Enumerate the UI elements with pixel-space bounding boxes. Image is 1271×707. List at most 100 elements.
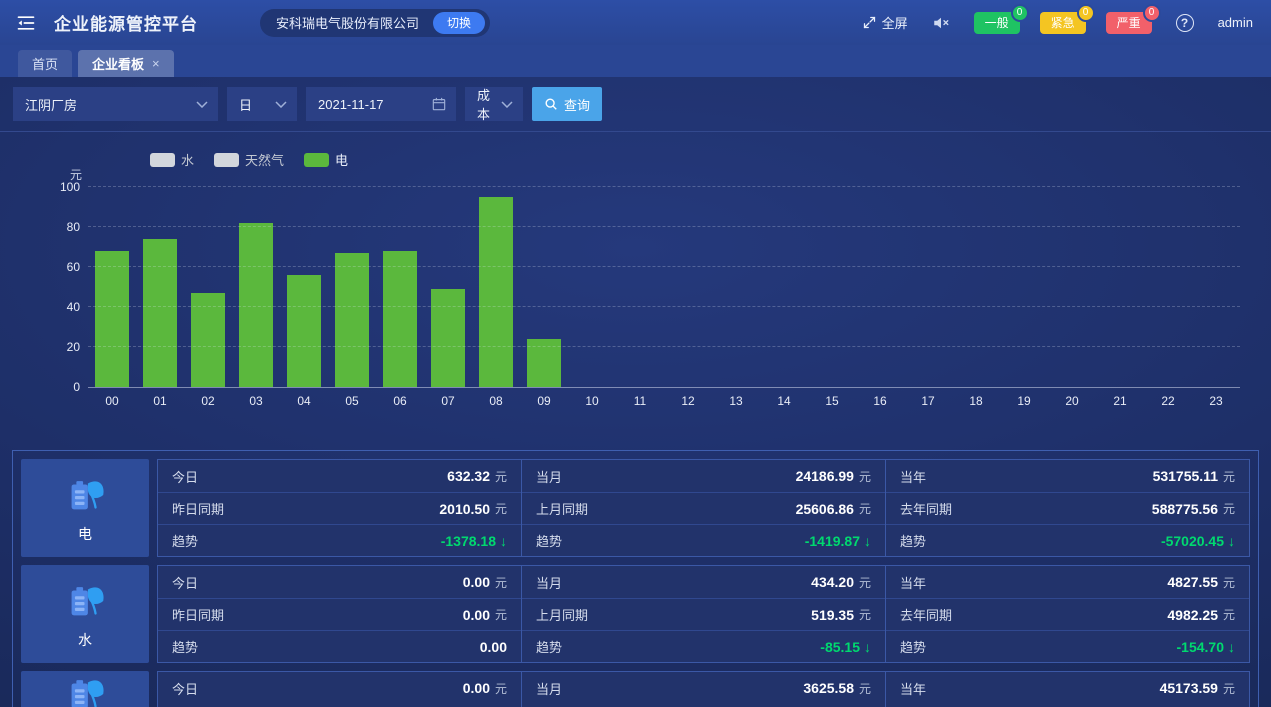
cell-value: 632.32 [447, 468, 490, 484]
period-select[interactable]: 日 [227, 87, 297, 121]
cell-value: 531755.11 [1153, 468, 1218, 484]
fullscreen-icon [862, 15, 877, 30]
energy-summary-table: 电 今日632.32元昨日同期2010.50元趋势-1378.18↓ 当月241… [12, 450, 1259, 707]
mute-speaker-icon[interactable] [932, 15, 950, 31]
cell-label: 昨日同期 [172, 605, 224, 624]
x-tick-label: 03 [232, 394, 280, 408]
username[interactable]: admin [1218, 15, 1253, 30]
table-column-month: 当月434.20元上月同期519.35元趋势-85.15↓ [521, 566, 885, 662]
filter-bar: 江阴厂房 日 2021-11-17 成本 查询 [0, 77, 1271, 132]
legend-item-电[interactable]: 电 [304, 150, 348, 169]
x-tick-label: 17 [904, 394, 952, 408]
alarm-badge-general[interactable]: 一般 0 [974, 12, 1020, 34]
y-tick-label: 60 [38, 260, 80, 274]
chart-category-slot: 10 [568, 188, 616, 387]
y-tick-label: 100 [38, 180, 80, 194]
cell-unit: 元 [859, 468, 871, 485]
table-column-month: 当月24186.99元上月同期25606.86元趋势-1419.87↓ [521, 460, 885, 556]
x-tick-label: 11 [616, 394, 664, 408]
alarm-count: 0 [1077, 4, 1095, 22]
chart-category-slot: 18 [952, 188, 1000, 387]
gridline [88, 266, 1240, 267]
legend-label: 电 [335, 150, 348, 169]
cell-unit: 元 [1223, 574, 1235, 591]
cell-value: 25606.86 [796, 501, 854, 517]
x-tick-label: 06 [376, 394, 424, 408]
chart-category-slot: 05 [328, 188, 376, 387]
x-tick-label: 02 [184, 394, 232, 408]
cell-label: 上月同期 [536, 605, 588, 624]
table-cell: 上月同期519.35元 [522, 598, 885, 630]
chevron-down-icon [196, 101, 208, 108]
alarm-count: 0 [1011, 4, 1029, 22]
x-tick-label: 23 [1192, 394, 1240, 408]
alarm-badge-severe[interactable]: 严重 0 [1106, 12, 1152, 34]
cell-unit: 元 [859, 680, 871, 697]
date-picker[interactable]: 2021-11-17 [306, 87, 456, 121]
cell-label: 趋势 [900, 637, 926, 656]
x-tick-label: 22 [1144, 394, 1192, 408]
chart-category-slot: 11 [616, 188, 664, 387]
cell-unit: 元 [495, 574, 507, 591]
metric-select-value: 成本 [477, 85, 493, 123]
chart-legend: 水 天然气 电 [150, 150, 348, 169]
menu-fold-icon[interactable] [12, 9, 40, 37]
table-column-day: 今日0.00元昨日同期0.00元趋势0.00 [158, 566, 521, 662]
search-icon [544, 97, 558, 111]
cell-label: 当月 [536, 467, 562, 486]
alarm-badges: 一般 0 紧急 0 严重 0 [974, 12, 1152, 34]
cell-label: 去年同期 [900, 499, 952, 518]
table-cell: 当年531755.11元 [886, 460, 1249, 492]
query-button[interactable]: 查询 [532, 87, 602, 121]
cell-unit: 元 [1223, 606, 1235, 623]
chart-category-slot: 19 [1000, 188, 1048, 387]
trend-down-icon: ↓ [500, 533, 507, 549]
trend-down-icon: ↓ [864, 533, 871, 549]
close-icon[interactable]: × [152, 57, 160, 70]
cell-value: 0.00 [463, 607, 490, 623]
bar-06 [383, 251, 417, 387]
cell-value: -85.15 [820, 639, 860, 655]
cell-value: 4827.55 [1167, 574, 1218, 590]
chart-category-slot: 04 [280, 188, 328, 387]
legend-item-水[interactable]: 水 [150, 150, 194, 169]
site-select-value: 江阴厂房 [25, 95, 188, 114]
help-icon[interactable]: ? [1176, 14, 1194, 32]
chart-category-slot: 16 [856, 188, 904, 387]
alarm-badge-urgent[interactable]: 紧急 0 [1040, 12, 1086, 34]
alarm-label: 一般 [985, 14, 1009, 31]
x-tick-label: 07 [424, 394, 472, 408]
cell-label: 趋势 [900, 531, 926, 550]
cell-label: 昨日同期 [172, 499, 224, 518]
table-column-year: 当年4827.55元去年同期4982.25元趋势-154.70↓ [885, 566, 1249, 662]
energy-type-card: 电 [21, 459, 149, 557]
site-select[interactable]: 江阴厂房 [13, 87, 218, 121]
energy-cost-chart: 水天然气电 元 020406080100 0001020304050607080… [0, 132, 1271, 440]
x-tick-label: 04 [280, 394, 328, 408]
tab-strip: 首页 企业看板 × [0, 45, 1271, 77]
tab-home[interactable]: 首页 [18, 50, 72, 77]
battery-leaf-icon [62, 671, 108, 707]
x-tick-label: 14 [760, 394, 808, 408]
cell-value: 4982.25 [1167, 607, 1218, 623]
chart-category-slot: 08 [472, 188, 520, 387]
y-tick-label: 0 [38, 380, 80, 394]
y-tick-label: 80 [38, 220, 80, 234]
alarm-label: 严重 [1117, 14, 1141, 31]
app-header: 企业能源管控平台 安科瑞电气股份有限公司 切换 全屏 一般 0 紧急 0 [0, 0, 1271, 45]
cell-label: 今日 [172, 573, 198, 592]
fullscreen-button[interactable]: 全屏 [862, 13, 908, 32]
metric-select[interactable]: 成本 [465, 87, 523, 121]
table-cell: 昨日同期0.00元 [158, 598, 521, 630]
tab-enterprise-dashboard[interactable]: 企业看板 × [78, 50, 174, 77]
legend-item-天然气[interactable]: 天然气 [214, 150, 284, 169]
cell-label: 去年同期 [900, 605, 952, 624]
bar-07 [431, 289, 465, 387]
table-cell: 今日0.00元 [158, 566, 521, 598]
switch-company-button[interactable]: 切换 [433, 12, 485, 34]
period-select-value: 日 [239, 95, 267, 114]
chart-plot-area: 0001020304050607080910111213141516171819… [88, 188, 1240, 388]
table-cell: 当月24186.99元 [522, 460, 885, 492]
table-column-year: 当年45173.59元 [885, 672, 1249, 707]
x-tick-label: 20 [1048, 394, 1096, 408]
